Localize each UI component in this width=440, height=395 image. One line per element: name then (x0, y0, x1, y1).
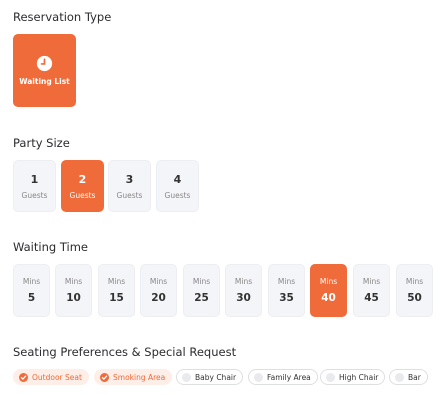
chip-label: Smoking Area (113, 372, 166, 382)
party-size-option[interactable]: 1 Guests (13, 160, 56, 212)
chip-label: Baby Chair (195, 372, 237, 382)
chip-label: High Chair (339, 372, 379, 382)
party-size-unit: Guests (69, 190, 96, 200)
reservation-type-title: Reservation Type (13, 10, 112, 24)
waiting-time-option[interactable]: Mins 10 (55, 264, 92, 317)
waiting-time-option[interactable]: Mins 50 (396, 264, 433, 317)
chip-label: Bar (408, 372, 421, 382)
waiting-time-option[interactable]: Mins 35 (268, 264, 305, 317)
waiting-time-value: 25 (194, 292, 209, 304)
chip-smoking-area[interactable]: Smoking Area (94, 369, 173, 385)
waiting-time-unit: Mins (277, 277, 296, 286)
party-size-title: Party Size (13, 136, 70, 150)
waiting-time-option[interactable]: Mins 20 (140, 264, 177, 317)
chip-label: Outdoor Seat (32, 372, 82, 382)
waiting-time-value: 15 (109, 292, 124, 304)
party-size-value: 1 (30, 172, 39, 186)
unchecked-circle-icon (182, 372, 191, 382)
party-size-option[interactable]: 3 Guests (108, 160, 151, 212)
chip-outdoor-seat[interactable]: Outdoor Seat (13, 369, 89, 385)
unchecked-circle-icon (254, 372, 263, 382)
chip-family-area[interactable]: Family Area (248, 369, 318, 385)
unchecked-circle-icon (326, 372, 335, 382)
waiting-time-title: Waiting Time (13, 240, 88, 254)
waiting-time-value: 50 (407, 292, 422, 304)
waiting-time-unit: Mins (192, 277, 211, 286)
check-icon (100, 372, 109, 382)
party-size-option-selected[interactable]: 2 Guests (61, 160, 104, 212)
party-size-unit: Guests (164, 190, 191, 200)
party-size-unit: Guests (116, 190, 143, 200)
waiting-time-value: 45 (364, 292, 379, 304)
chip-label: Family Area (267, 372, 311, 382)
waiting-time-unit: Mins (319, 277, 338, 286)
seating-preferences-title: Seating Preferences & Special Request (13, 345, 237, 359)
waiting-time-unit: Mins (149, 277, 168, 286)
waiting-time-option[interactable]: Mins 15 (98, 264, 135, 317)
waiting-time-value: 20 (151, 292, 166, 304)
chip-high-chair[interactable]: High Chair (320, 369, 386, 385)
waiting-time-unit: Mins (107, 277, 126, 286)
waiting-time-option[interactable]: Mins 5 (13, 264, 50, 317)
party-size-value: 3 (125, 172, 134, 186)
waiting-time-option[interactable]: Mins 30 (225, 264, 262, 317)
party-size-option[interactable]: 4 Guests (156, 160, 199, 212)
waiting-time-unit: Mins (234, 277, 253, 286)
waiting-time-value: 35 (279, 292, 294, 304)
waiting-time-value: 30 (236, 292, 251, 304)
waiting-time-option[interactable]: Mins 45 (353, 264, 390, 317)
check-icon (19, 372, 28, 382)
waiting-time-value: 5 (27, 292, 36, 304)
clock-icon (36, 55, 53, 72)
waiting-time-unit: Mins (362, 277, 381, 286)
party-size-value: 4 (173, 172, 182, 186)
waiting-time-unit: Mins (64, 277, 83, 286)
waiting-time-unit: Mins (405, 277, 424, 286)
unchecked-circle-icon (395, 372, 404, 382)
chip-baby-chair[interactable]: Baby Chair (176, 369, 244, 385)
reservation-option-label: Waiting List (19, 77, 70, 86)
waiting-time-value: 10 (66, 292, 81, 304)
waiting-time-value: 40 (321, 292, 336, 304)
party-size-value: 2 (78, 172, 87, 186)
party-size-unit: Guests (21, 190, 48, 200)
reservation-option-waiting-list[interactable]: Waiting List (13, 34, 76, 107)
waiting-time-option-selected[interactable]: Mins 40 (310, 264, 347, 317)
waiting-time-unit: Mins (22, 277, 41, 286)
chip-bar[interactable]: Bar (389, 369, 428, 385)
waiting-time-option[interactable]: Mins 25 (183, 264, 220, 317)
